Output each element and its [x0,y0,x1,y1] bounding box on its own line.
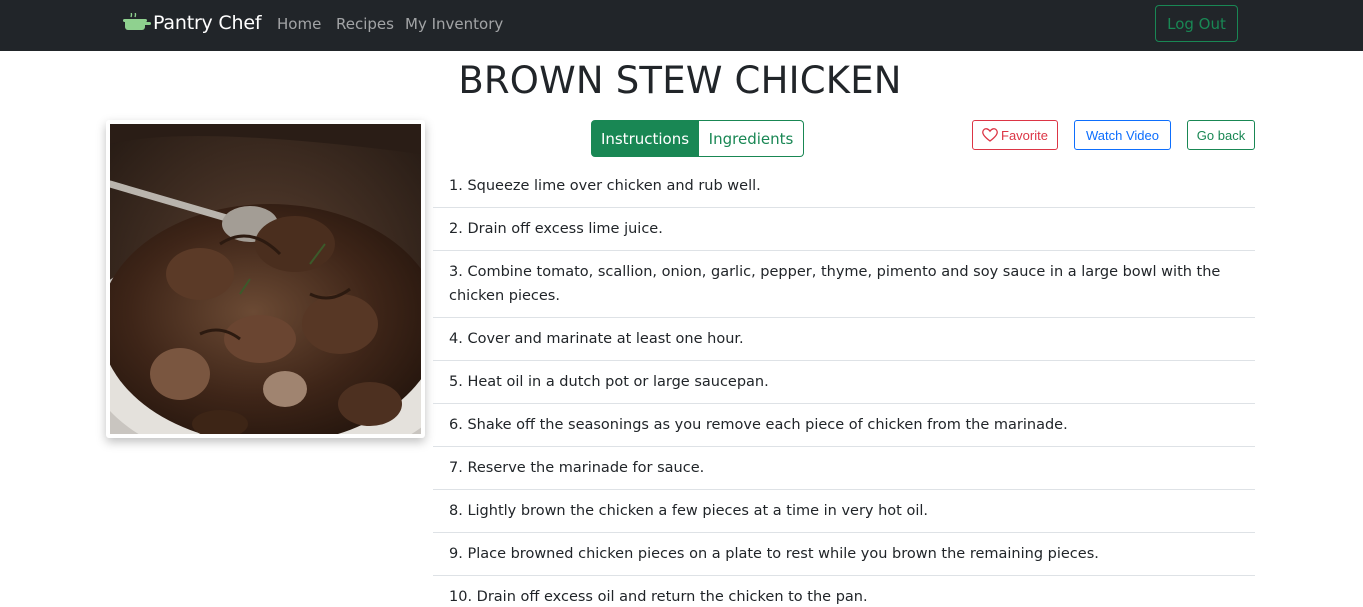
nav-recipes[interactable]: Recipes [336,14,394,34]
top-navbar: Pantry Chef Home Recipes My Inventory Lo… [0,0,1363,51]
favorite-button[interactable]: Favorite [972,120,1058,150]
heart-icon [982,128,998,142]
brand-link[interactable]: Pantry Chef [123,11,262,35]
instruction-step: 2. Drain off excess lime juice. [433,208,1255,251]
nav-home[interactable]: Home [277,14,321,34]
pot-icon [123,13,151,33]
instruction-step: 3. Combine tomato, scallion, onion, garl… [433,251,1255,318]
instruction-step: 8. Lightly brown the chicken a few piece… [433,490,1255,533]
brand-name: Pantry Chef [153,12,262,34]
tab-ingredients[interactable]: Ingredients [699,120,804,157]
watch-video-button[interactable]: Watch Video [1074,120,1171,150]
logout-button[interactable]: Log Out [1155,5,1238,42]
nav-my-inventory[interactable]: My Inventory [405,14,503,34]
instruction-step: 9. Place browned chicken pieces on a pla… [433,533,1255,576]
favorite-label: Favorite [1001,127,1048,143]
instruction-step: 10. Drain off excess oil and return the … [433,576,1255,607]
instruction-step: 6. Shake off the seasonings as you remov… [433,404,1255,447]
instruction-step: 1. Squeeze lime over chicken and rub wel… [433,165,1255,208]
instruction-step: 5. Heat oil in a dutch pot or large sauc… [433,361,1255,404]
instructions-list: 1. Squeeze lime over chicken and rub wel… [433,165,1255,607]
recipe-image [106,120,425,438]
tab-instructions[interactable]: Instructions [591,120,699,157]
recipe-title: BROWN STEW CHICKEN [458,59,902,102]
instruction-step: 7. Reserve the marinade for sauce. [433,447,1255,490]
instruction-step: 4. Cover and marinate at least one hour. [433,318,1255,361]
recipe-tabs: Instructions Ingredients [591,120,804,157]
go-back-button[interactable]: Go back [1187,120,1255,150]
